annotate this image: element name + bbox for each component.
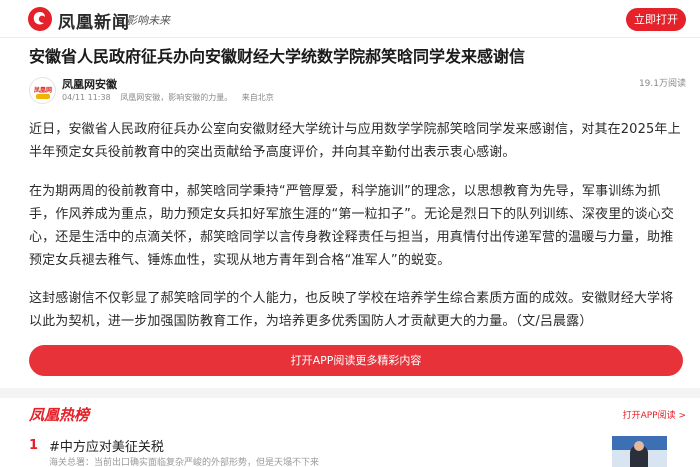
- view-count: 19.1万阅读: [638, 79, 686, 89]
- hot-rank-number: 1: [29, 438, 39, 453]
- section-divider: [0, 388, 700, 398]
- publish-location: 来自北京: [241, 93, 274, 102]
- article-paragraph: 这封感谢信不仅彰显了郝笑晗同学的个人能力，也反映了学校在培养学生综合素质方面的成…: [29, 291, 674, 329]
- article-paragraph: 在为期两周的役前教育中，郝笑晗同学秉持“严管厚爱，科学施训”的理念，以思想教育为…: [29, 184, 674, 268]
- publish-date: 04/11 11:38: [62, 93, 111, 102]
- brand-name[interactable]: 凤凰新闻: [58, 8, 130, 33]
- hot-list-logo: 凤凰热榜: [29, 406, 90, 424]
- author-description: 凤凰网安徽，影响安徽的力量。: [120, 93, 233, 102]
- phoenix-logo-icon[interactable]: [28, 7, 52, 31]
- hot-item-title[interactable]: #中方应对美征关税: [49, 436, 164, 455]
- open-app-button[interactable]: 立即打开: [626, 8, 686, 31]
- article-paragraph: 近日，安徽省人民政府征兵办公室向安徽财经大学统计与应用数学学院郝笑晗同学发来感谢…: [29, 122, 681, 160]
- hot-item-subtitle[interactable]: 海关总署：当前出口确实面临复杂严峻的外部形势，但是天塌不下来: [49, 455, 319, 467]
- brand-slogan: 影响未来: [126, 14, 170, 27]
- hot-open-app-link[interactable]: 打开APP阅读 >: [623, 408, 686, 421]
- top-bar: 凤凰新闻 影响未来 立即打开: [0, 0, 700, 38]
- article-meta: 04/11 11:38 凤凰网安徽，影响安徽的力量。 来自北京: [62, 92, 281, 103]
- read-more-button[interactable]: 打开APP阅读更多精彩内容: [29, 345, 683, 376]
- hot-item-thumbnail[interactable]: [612, 436, 667, 467]
- author-name[interactable]: 凤凰网安徽: [62, 76, 117, 92]
- article-title: 安徽省人民政府征兵办向安徽财经大学统数学院郝笑晗同学发来感谢信: [29, 47, 526, 66]
- author-avatar[interactable]: 凤凰网: [29, 77, 56, 104]
